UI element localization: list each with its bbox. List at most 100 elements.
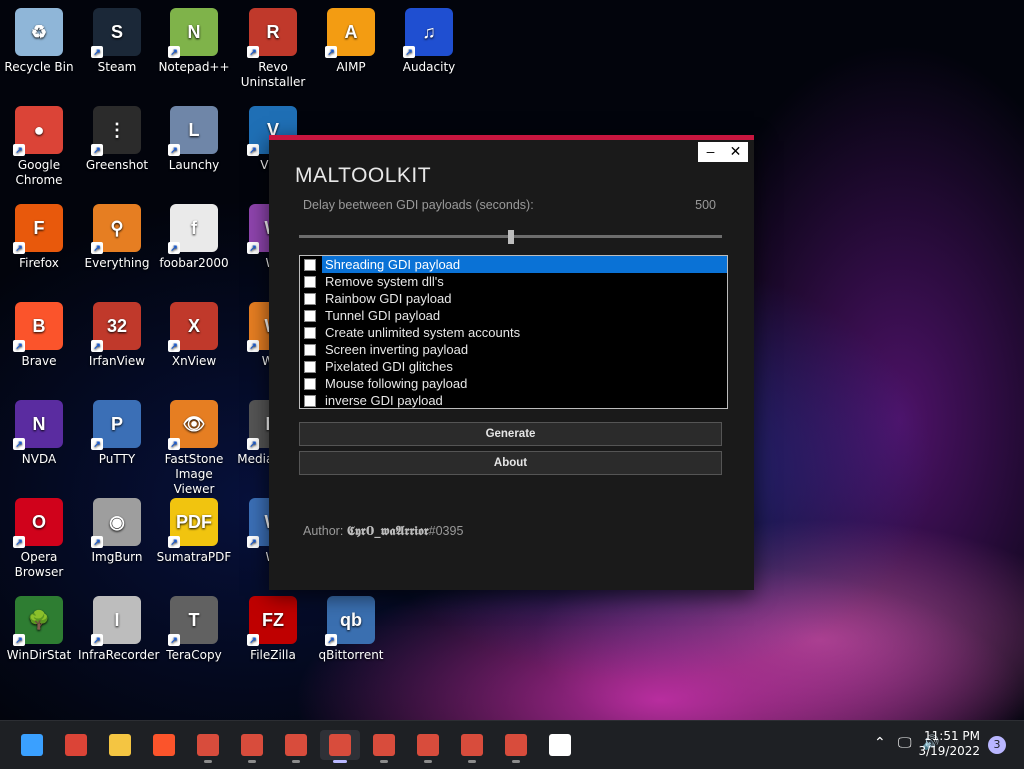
desktop-icon-label: Brave xyxy=(21,354,57,368)
app-window-icon-5 xyxy=(373,734,395,756)
clock[interactable]: 11:51 PM 3/19/2022 xyxy=(918,729,980,759)
desktop-icon[interactable]: ⚲ ↗ Everything xyxy=(78,204,156,271)
taskbar-button[interactable] xyxy=(540,730,580,760)
taskbar-button[interactable] xyxy=(452,730,492,763)
desktop-icon[interactable]: O ↗ Opera Browser xyxy=(0,498,78,580)
desktop-icon[interactable]: T ↗ TeraCopy xyxy=(155,596,233,663)
payload-checkbox[interactable] xyxy=(304,360,316,373)
desktop-icon-label: Launchy xyxy=(168,158,220,172)
desktop-icon[interactable]: ◉ ↗ ImgBurn xyxy=(78,498,156,565)
taskbar-button[interactable] xyxy=(496,730,536,763)
desktop-icon[interactable]: S ↗ Steam xyxy=(78,8,156,75)
taskbar-button[interactable] xyxy=(320,730,360,763)
shortcut-arrow-icon: ↗ xyxy=(325,46,337,58)
payload-item[interactable]: Create unlimited system accounts xyxy=(300,324,727,341)
desktop-icon[interactable]: FZ ↗ FileZilla xyxy=(234,596,312,663)
desktop-icon[interactable]: L ↗ Launchy xyxy=(155,106,233,173)
desktop-icon[interactable]: 32 ↗ IrfanView xyxy=(78,302,156,369)
chrome-icon: ● ↗ xyxy=(13,106,63,156)
desktop-icon[interactable]: F ↗ Firefox xyxy=(0,204,78,271)
desktop-icon[interactable]: ♻ Recycle Bin xyxy=(0,8,78,75)
payload-label: Tunnel GDI payload xyxy=(325,308,441,323)
payload-item[interactable]: Shreading GDI payload xyxy=(300,256,727,273)
clock-time: 11:51 PM xyxy=(924,729,980,743)
desktop-icon[interactable]: 🌳 ↗ WinDirStat xyxy=(0,596,78,663)
desktop-icon-label: foobar2000 xyxy=(159,256,229,270)
desktop-icon-label: SumatraPDF xyxy=(156,550,232,564)
desktop-icon[interactable]: f ↗ foobar2000 xyxy=(155,204,233,271)
payload-item[interactable]: Mouse following payload xyxy=(300,375,727,392)
desktop-icon[interactable]: I ↗ InfraRecorder xyxy=(78,596,159,663)
payload-checkbox[interactable] xyxy=(304,343,316,356)
running-indicator xyxy=(468,760,476,763)
desktop-icon[interactable]: N ↗ NVDA xyxy=(0,400,78,467)
taskbar-button[interactable] xyxy=(408,730,448,763)
taskbar-button[interactable] xyxy=(12,730,52,760)
about-button[interactable]: About xyxy=(299,451,722,475)
payload-checkbox[interactable] xyxy=(304,377,316,390)
app-window-icon-1 xyxy=(197,734,219,756)
desktop-icon[interactable]: ♫ ↗ Audacity xyxy=(390,8,468,75)
payload-item[interactable]: Rainbow GDI payload xyxy=(300,290,727,307)
chevron-up-icon[interactable]: ⌃ xyxy=(874,735,886,751)
payload-checkbox[interactable] xyxy=(304,258,316,271)
payload-list[interactable]: Shreading GDI payload Remove system dll's… xyxy=(299,255,728,409)
shortcut-arrow-icon: ↗ xyxy=(91,144,103,156)
desktop-icon-label: FastStone Image Viewer xyxy=(164,452,224,496)
taskbar-button[interactable] xyxy=(144,730,184,760)
shortcut-arrow-icon: ↗ xyxy=(13,144,25,156)
author-prefix: Author: xyxy=(303,524,347,538)
payload-checkbox[interactable] xyxy=(304,309,316,322)
payload-item[interactable]: Tunnel GDI payload xyxy=(300,307,727,324)
teracopy-icon: T ↗ xyxy=(168,596,218,646)
taskbar-button[interactable] xyxy=(232,730,272,763)
payload-item[interactable]: Pixelated GDI glitches xyxy=(300,358,727,375)
desktop-icon[interactable]: 👁 ↗ FastStone Image Viewer xyxy=(155,400,233,497)
payload-checkbox[interactable] xyxy=(304,326,316,339)
desktop-icon-label: Greenshot xyxy=(85,158,149,172)
desktop-icon[interactable]: P ↗ PuTTY xyxy=(78,400,156,467)
taskbar-button[interactable] xyxy=(276,730,316,763)
minimize-button[interactable]: – xyxy=(698,142,723,162)
notification-badge[interactable]: 3 xyxy=(988,736,1006,754)
desktop-icon[interactable]: ⋮ ↗ Greenshot xyxy=(78,106,156,173)
desktop-icon[interactable]: B ↗ Brave xyxy=(0,302,78,369)
desktop-icon[interactable]: qb ↗ qBittorrent xyxy=(312,596,390,663)
shortcut-arrow-icon: ↗ xyxy=(13,242,25,254)
desktop-icon-label: ImgBurn xyxy=(91,550,143,564)
running-indicator xyxy=(380,760,388,763)
generate-button[interactable]: Generate xyxy=(299,422,722,446)
slider-thumb[interactable] xyxy=(508,230,514,244)
payload-checkbox[interactable] xyxy=(304,292,316,305)
payload-item[interactable]: inverse GDI payload xyxy=(300,392,727,409)
payload-item[interactable]: Remove system dll's xyxy=(300,273,727,290)
desktop-icon[interactable]: R ↗ Revo Uninstaller xyxy=(234,8,312,90)
payload-item[interactable]: Screen inverting payload xyxy=(300,341,727,358)
shortcut-arrow-icon: ↗ xyxy=(91,634,103,646)
payload-checkbox[interactable] xyxy=(304,394,316,407)
desktop-icon[interactable]: ● ↗ Google Chrome xyxy=(0,106,78,188)
desktop-icon[interactable]: X ↗ XnView xyxy=(155,302,233,369)
desktop-icon-label: qBittorrent xyxy=(318,648,384,662)
network-icon[interactable]: 🖵 xyxy=(898,735,912,751)
running-indicator xyxy=(424,760,432,763)
desktop-icon[interactable]: N ↗ Notepad++ xyxy=(155,8,233,75)
delay-slider[interactable] xyxy=(299,230,722,244)
app-window-icon-3 xyxy=(285,734,307,756)
taskbar-button[interactable] xyxy=(56,730,96,760)
xnview-icon: X ↗ xyxy=(168,302,218,352)
delay-label: Delay beetween GDI payloads (seconds): xyxy=(303,198,534,212)
taskbar-button[interactable] xyxy=(364,730,404,763)
taskbar-button[interactable] xyxy=(100,730,140,760)
desktop-icon[interactable]: A ↗ AIMP xyxy=(312,8,390,75)
desktop-icon[interactable]: PDF ↗ SumatraPDF xyxy=(155,498,233,565)
close-button[interactable]: ✕ xyxy=(723,142,748,162)
payload-checkbox[interactable] xyxy=(304,275,316,288)
sumatrapdf-icon: PDF ↗ xyxy=(168,498,218,548)
infrarecorder-icon: I ↗ xyxy=(91,596,141,646)
maltoolkit-window[interactable]: – ✕ MALTOOLKIT Delay beetween GDI payloa… xyxy=(269,135,754,590)
taskbar-button[interactable] xyxy=(188,730,228,763)
foobar2000-icon: f ↗ xyxy=(168,204,218,254)
windirstat-icon: 🌳 ↗ xyxy=(13,596,63,646)
launchy-icon: L ↗ xyxy=(168,106,218,156)
